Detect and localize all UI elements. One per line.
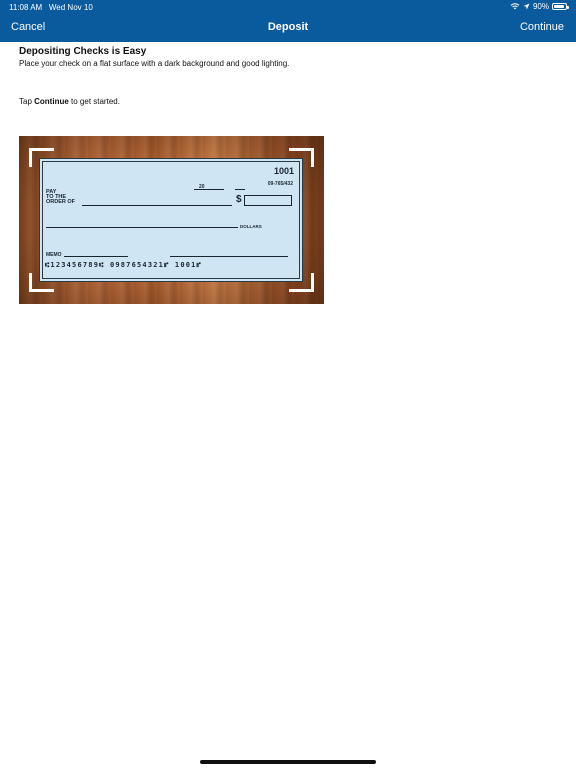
dollar-sign: $ xyxy=(236,194,242,205)
memo-label: MEMO xyxy=(46,252,62,258)
check-date-prefix: 20 xyxy=(199,184,205,190)
frame-corner-top-right xyxy=(289,148,314,167)
tap-continue-instruction: Tap Continue to get started. xyxy=(19,97,120,106)
frame-corner-top-left xyxy=(29,148,54,167)
cancel-button[interactable]: Cancel xyxy=(11,21,45,33)
check-example-image: 1001 09-765/432 20 PAY TO THE ORDER OF $… xyxy=(19,136,324,304)
sample-check: 1001 09-765/432 20 PAY TO THE ORDER OF $… xyxy=(39,158,303,282)
frame-corner-bottom-left xyxy=(29,273,54,292)
status-right: 90% xyxy=(510,2,569,11)
pay-line-3: ORDER OF xyxy=(46,199,76,205)
battery-fill xyxy=(554,5,564,8)
check-number: 1001 xyxy=(273,166,294,176)
home-indicator[interactable] xyxy=(200,760,376,764)
location-arrow-icon xyxy=(523,3,530,10)
status-time-date: 11:08 AM Wed Nov 10 xyxy=(9,3,93,12)
check-routing-fraction: 09-765/432 xyxy=(267,181,293,187)
battery-percent: 90% xyxy=(532,2,549,11)
instructions-heading: Depositing Checks is Easy xyxy=(19,46,147,57)
signature-line xyxy=(170,256,288,257)
micr-line: ⑆123456789⑆ 0987654321⑈ 1001⑈ xyxy=(45,261,202,269)
battery-icon xyxy=(552,3,569,10)
written-amount-line xyxy=(46,227,238,228)
payee-line xyxy=(82,205,232,206)
wifi-icon xyxy=(510,3,520,10)
frame-corner-bottom-right xyxy=(289,273,314,292)
continue-button-wrap: Continue xyxy=(520,21,564,33)
page-title: Deposit xyxy=(267,21,309,33)
status-time: 11:08 AM xyxy=(9,3,43,12)
date-line-2 xyxy=(235,189,245,190)
status-bar: 11:08 AM Wed Nov 10 90% xyxy=(0,0,576,14)
status-date: Wed Nov 10 xyxy=(48,3,93,12)
continue-button[interactable]: Continue xyxy=(520,21,564,33)
navigation-bar: 11:08 AM Wed Nov 10 90% Cancel Deposit C… xyxy=(0,0,576,42)
instructions-subtext: Place your check on a flat surface with … xyxy=(19,59,290,68)
tap-bold: Continue xyxy=(34,97,69,106)
tap-suffix: to get started. xyxy=(68,97,120,106)
dollars-label: DOLLARS xyxy=(240,224,262,229)
pay-to-label: PAY TO THE ORDER OF xyxy=(46,189,76,205)
memo-line xyxy=(64,256,128,257)
amount-box xyxy=(244,195,292,206)
cancel-button-wrap: Cancel xyxy=(11,21,45,33)
tap-prefix: Tap xyxy=(19,97,35,106)
